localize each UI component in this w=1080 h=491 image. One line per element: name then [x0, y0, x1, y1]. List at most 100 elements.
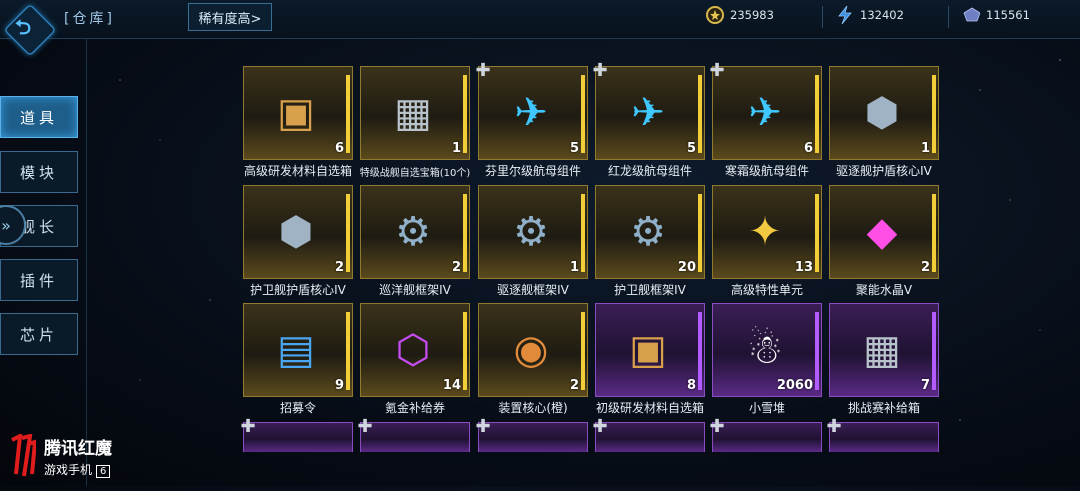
inventory-item[interactable]: ✈ 6 ✚ 寒霜级航母组件	[709, 60, 822, 184]
item-count: 13	[794, 260, 813, 275]
snowman-icon: ☃	[747, 327, 783, 373]
rarity-bar	[581, 312, 585, 390]
inventory-item[interactable]: ⚙ 2 巡洋舰框架IV	[360, 185, 470, 303]
puzzle-piece-icon: ✚	[592, 60, 608, 81]
trait-unit-icon: ✦	[748, 209, 782, 255]
inventory-item[interactable]: ✈ 5 ✚ 红龙级航母组件	[592, 60, 705, 184]
item-name: 高级研发材料自选箱	[243, 164, 352, 178]
item-card[interactable]: ⚙ 2	[360, 185, 470, 279]
item-name: 芬里尔级航母组件	[484, 164, 581, 178]
inventory-item[interactable]: ✚	[240, 416, 353, 452]
inventory-item[interactable]: ⬢ 2 护卫舰护盾核心IV	[243, 185, 353, 303]
crystal-resource: 115561	[962, 6, 1030, 24]
tab-plugins[interactable]: 插件	[0, 259, 78, 301]
rarity-bar	[932, 194, 936, 272]
energy-bolt-icon	[836, 5, 854, 25]
item-count: 14	[442, 378, 461, 393]
puzzle-piece-icon: ✚	[592, 416, 608, 437]
puzzle-piece-icon: ✚	[826, 416, 842, 437]
item-card[interactable]: ▣ 8	[595, 303, 705, 397]
rarity-bar	[463, 75, 467, 153]
inventory-item[interactable]: ▤ 9 招募令	[243, 303, 353, 421]
item-card[interactable]: ⬢ 1	[829, 66, 939, 160]
item-count: 1	[451, 141, 461, 156]
redmagic-logo-icon	[8, 432, 38, 478]
inventory-item[interactable]: ▦ 1 特级战舰自选宝箱(10个)	[360, 66, 470, 184]
item-card[interactable]: ▣ 6	[243, 66, 353, 160]
sidebar-divider	[86, 38, 87, 486]
crystal-amount: 115561	[986, 8, 1030, 22]
carrier-blueprint-icon: ✈	[748, 90, 782, 136]
item-count: 2	[920, 260, 930, 275]
item-card[interactable]: ✈ 6	[712, 66, 822, 160]
supply-voucher-icon: ⬡	[395, 327, 431, 373]
item-card[interactable]	[829, 422, 939, 452]
energy-resource: 132402	[836, 5, 904, 25]
item-card[interactable]: ✈ 5	[478, 66, 588, 160]
puzzle-piece-icon: ✚	[240, 416, 256, 437]
rarity-bar	[815, 75, 819, 153]
item-count: 1	[920, 141, 930, 156]
supply-crate-icon: ▦	[394, 90, 432, 136]
inventory-item[interactable]: ✚	[475, 416, 588, 452]
rarity-bar	[698, 194, 702, 272]
item-name: 聚能水晶V	[855, 283, 913, 297]
sort-rarity-button[interactable]: 稀有度高>	[188, 3, 272, 31]
inventory-item[interactable]: ☃ 2060 小雪堆	[712, 303, 822, 421]
rarity-bar	[932, 75, 936, 153]
item-card[interactable]: ▦ 7	[829, 303, 939, 397]
inventory-item[interactable]: ✦ 13 高级特性单元	[712, 185, 822, 303]
ship-frame-icon: ⚙	[513, 209, 549, 255]
inventory-item[interactable]: ▦ 7 挑战赛补给箱	[829, 303, 939, 421]
item-card[interactable]: ▦ 1	[360, 66, 470, 160]
item-card[interactable]	[712, 422, 822, 452]
inventory-item[interactable]: ✚	[592, 416, 705, 452]
inventory-item[interactable]: ✈ 5 ✚ 芬里尔级航母组件	[475, 60, 588, 184]
brand-watermark: 腾讯红魔 游戏手机 6	[8, 432, 112, 478]
inventory-item[interactable]: ◆ 2 聚能水晶V	[829, 185, 939, 303]
rarity-bar	[581, 194, 585, 272]
inventory-item[interactable]: ✚	[826, 416, 939, 452]
item-card[interactable]: ⚙ 20	[595, 185, 705, 279]
model-badge: 6	[96, 465, 111, 478]
tab-chips[interactable]: 芯片	[0, 313, 78, 355]
inventory-item[interactable]: ◉ 2 装置核心(橙)	[478, 303, 588, 421]
inventory-item[interactable]: ✚	[709, 416, 822, 452]
inventory-item[interactable]: ⚙ 20 护卫舰框架IV	[595, 185, 705, 303]
item-card[interactable]	[478, 422, 588, 452]
item-card[interactable]: ⬡ 14	[360, 303, 470, 397]
item-card[interactable]: ☃ 2060	[712, 303, 822, 397]
item-card[interactable]	[360, 422, 470, 452]
divider	[822, 6, 823, 28]
item-card[interactable]: ✦ 13	[712, 185, 822, 279]
item-name: 氪金补给券	[384, 401, 445, 415]
item-card[interactable]: ▤ 9	[243, 303, 353, 397]
item-count: 5	[686, 141, 696, 156]
tab-items[interactable]: 道具	[0, 96, 78, 138]
inventory-item[interactable]: ⚙ 1 驱逐舰框架IV	[478, 185, 588, 303]
rarity-bar	[346, 75, 350, 153]
item-card[interactable]: ⬢ 2	[243, 185, 353, 279]
top-bar: ⮌ [仓库] 稀有度高> 235983 132402 115561	[0, 0, 1080, 57]
item-count: 5	[569, 141, 579, 156]
inventory-item[interactable]: ▣ 6 高级研发材料自选箱	[243, 66, 353, 184]
carrier-blueprint-icon: ✈	[631, 90, 665, 136]
puzzle-piece-icon: ✚	[709, 416, 725, 437]
item-name: 挑战赛补给箱	[847, 401, 920, 415]
inventory-item[interactable]: ▣ 8 初级研发材料自选箱	[595, 303, 705, 421]
item-card[interactable]: ◉ 2	[478, 303, 588, 397]
inventory-item[interactable]: ⬡ 14 氪金补给券	[360, 303, 470, 421]
puzzle-piece-icon: ✚	[357, 416, 373, 437]
gold-amount: 235983	[730, 8, 774, 22]
tab-modules[interactable]: 模块	[0, 151, 78, 193]
item-card[interactable]: ⚙ 1	[478, 185, 588, 279]
item-name: 红龙级航母组件	[607, 164, 692, 178]
item-card[interactable]: ◆ 2	[829, 185, 939, 279]
item-card[interactable]	[595, 422, 705, 452]
item-count: 8	[686, 378, 696, 393]
item-card[interactable]: ✈ 5	[595, 66, 705, 160]
gold-resource: 235983	[706, 6, 774, 24]
inventory-item[interactable]: ⬢ 1 驱逐舰护盾核心IV	[829, 66, 939, 184]
item-card[interactable]	[243, 422, 353, 452]
inventory-item[interactable]: ✚	[357, 416, 470, 452]
